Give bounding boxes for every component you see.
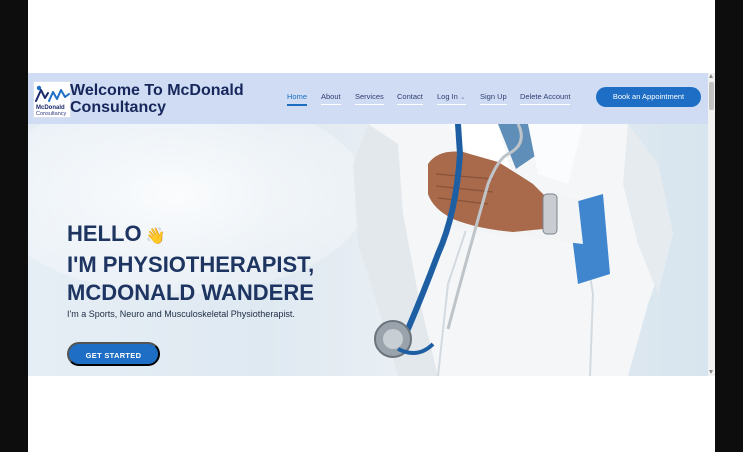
nav-underline — [397, 104, 423, 105]
nav-about[interactable]: About — [321, 92, 341, 105]
hero-section: HELLO 👋 I'M PHYSIOTHERAPIST, MCDONALD WAN… — [28, 124, 708, 376]
hero-name: MCDONALD WANDERE — [67, 280, 314, 305]
doctor-photo — [353, 124, 673, 376]
hero-intro: I'm a Sports, Neuro and Musculoskeletal … — [67, 309, 295, 319]
nav-underline — [480, 104, 507, 105]
waving-hand-icon: 👋 — [145, 228, 166, 245]
nav-about-label: About — [321, 92, 341, 101]
scroll-down-arrow-icon[interactable] — [709, 370, 713, 374]
nav-underline — [355, 104, 384, 105]
website: McDonald Consultancy Welcome To McDonald… — [28, 73, 708, 376]
site-title-line2: Consultancy — [70, 99, 167, 116]
site-header: McDonald Consultancy Welcome To McDonald… — [28, 73, 708, 124]
scrollbar-thumb[interactable] — [709, 82, 714, 110]
screen-border-left — [0, 0, 28, 452]
nav-signup-label: Sign Up — [480, 92, 507, 101]
nav-signup[interactable]: Sign Up — [480, 92, 507, 105]
site-logo[interactable]: McDonald Consultancy — [33, 81, 71, 118]
nav-services[interactable]: Services — [355, 92, 384, 105]
nav-contact[interactable]: Contact — [397, 92, 423, 105]
nav-underline — [321, 104, 341, 105]
nav-active-underline — [287, 104, 308, 106]
site-title[interactable]: Welcome To McDonald Consultancy — [70, 82, 280, 116]
hero-role: I'M PHYSIOTHERAPIST, — [67, 252, 315, 277]
scrollbar[interactable] — [708, 73, 715, 376]
screen-border-right — [715, 0, 743, 452]
nav-delete-account[interactable]: Delete Account — [520, 92, 571, 105]
site-title-line1: Welcome To McDonald — [70, 82, 244, 99]
nav-underline — [520, 104, 571, 105]
nav-login-dropdown[interactable]: Log In ⌄ — [437, 92, 466, 105]
nav-services-label: Services — [355, 92, 384, 101]
nav-underline — [437, 104, 466, 105]
scroll-up-arrow-icon[interactable] — [709, 74, 713, 78]
nav-home-label: Home — [287, 92, 308, 101]
logo-subtitle: Consultancy — [36, 111, 67, 117]
browser-viewport: McDonald Consultancy Welcome To McDonald… — [28, 0, 715, 452]
get-started-button[interactable]: GET STARTED — [67, 342, 160, 366]
logo-mark-icon — [35, 85, 70, 102]
nav-delete-label: Delete Account — [520, 92, 571, 101]
nav-contact-label: Contact — [397, 92, 423, 101]
hero-headline: HELLO 👋 I'M PHYSIOTHERAPIST, MCDONALD WAN… — [67, 220, 314, 307]
hero-hello: HELLO — [67, 221, 142, 246]
nav-home[interactable]: Home — [287, 92, 308, 106]
nav-login-label: Log In — [437, 92, 458, 101]
book-appointment-button[interactable]: Book an Appointment — [596, 87, 701, 107]
chevron-down-icon: ⌄ — [459, 94, 466, 101]
